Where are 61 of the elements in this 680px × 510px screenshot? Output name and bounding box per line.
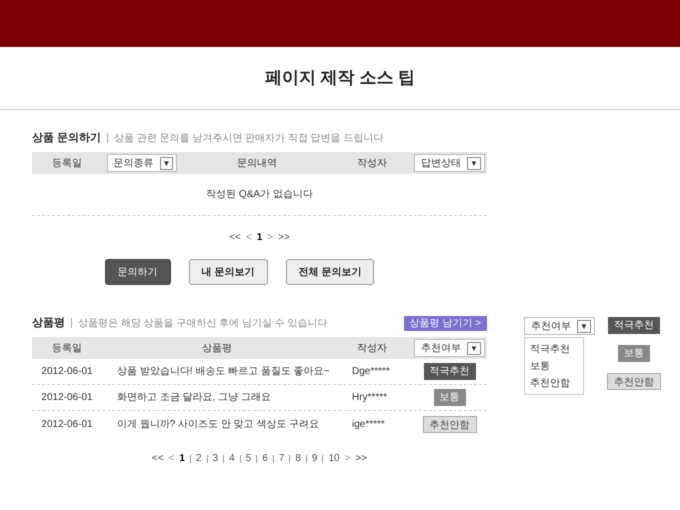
column-header: 등록일 [52, 156, 82, 170]
dropdown-label: 추천여부 [421, 342, 462, 356]
caret-icon: ▼ [467, 342, 481, 354]
recommendation-badge: 적극추천 [608, 317, 660, 334]
caret-icon: ▼ [577, 320, 591, 332]
recommendation-badge: 보통 [618, 345, 650, 362]
last-page-link[interactable]: >> [355, 451, 368, 466]
recommendation-badge: 보통 [434, 389, 466, 406]
page-number[interactable]: 9 [312, 451, 318, 466]
caret-icon: ▼ [160, 156, 174, 170]
section-note: 상품 관련 문의를 남겨주시면 판매자가 직접 답변을 드립니다 [114, 132, 384, 146]
page-number[interactable]: 6 [262, 451, 268, 466]
inquiry-button[interactable]: 문의하기 [104, 259, 171, 285]
caret-icon: ▼ [467, 156, 481, 170]
page-number[interactable]: 10 [328, 451, 340, 466]
page-number[interactable]: 1 [179, 451, 185, 466]
section-note: 상품평은 해당 상품을 구매하신 후에 남기실 수 있습니다 [78, 316, 328, 330]
first-page-link[interactable]: << [229, 230, 241, 245]
table-cell: 화면하고 조금 달라요, 그냥 그래요 [117, 392, 271, 403]
dropdown[interactable]: 문의종류 ▼ [106, 154, 178, 172]
dropdown[interactable]: 추천여부 ▼ [414, 339, 485, 357]
table-cell-text: 2012-06-01 [41, 391, 93, 405]
dropdown[interactable]: 추천여부 ▼ [524, 317, 595, 335]
column-header: 작성자 [357, 156, 387, 170]
write-review-button[interactable]: 상품평 남기기 > [404, 316, 487, 330]
dropdown-option[interactable]: 추천안함 [530, 376, 583, 391]
dropdown-label: 문의종류 [114, 156, 154, 170]
table-cell: 상품 받았습니다! 배송도 빠르고 품질도 좋아요~ [117, 366, 330, 377]
table-cell: ige***** [352, 418, 385, 430]
page-number[interactable]: 7 [278, 451, 284, 466]
page-number[interactable]: 2 [196, 451, 202, 466]
first-page-link[interactable]: << [152, 451, 164, 466]
dropdown-option[interactable]: 보통 [530, 359, 583, 374]
table-cell-text: 2012-06-01 [41, 365, 93, 379]
section-title: 상품 문의하기 [32, 130, 102, 146]
page-number[interactable]: 8 [295, 451, 301, 466]
column-header: 상품평 [202, 342, 232, 356]
column-header: 문의내역 [237, 156, 277, 170]
inquiry-button[interactable]: 전체 문의보기 [286, 259, 374, 285]
table-cell: Hry***** [352, 392, 388, 403]
section-title: 상품평 [32, 316, 65, 331]
empty-message: 작성된 Q&A가 없습니다 [206, 188, 313, 202]
table-cell-text: 2012-06-01 [41, 418, 93, 432]
page-title: 페이지 제작 소스 팁 [264, 67, 416, 90]
recommendation-badge: 적극추천 [424, 363, 476, 380]
page-number[interactable]: 3 [212, 451, 218, 466]
column-header: 등록일 [52, 342, 82, 356]
dropdown-label: 답변상태 [421, 156, 462, 170]
recommendation-badge: 추천안함 [606, 373, 661, 390]
page-number[interactable]: 1 [256, 230, 262, 245]
dropdown[interactable]: 답변상태 ▼ [414, 154, 485, 172]
page-number[interactable]: 5 [246, 451, 252, 466]
recommendation-badge: 추천안함 [422, 416, 476, 432]
page-number[interactable]: 4 [229, 451, 235, 466]
last-page-link[interactable]: >> [278, 230, 290, 245]
dropdown-label: 추천여부 [531, 320, 571, 334]
column-header: 작성자 [357, 342, 387, 356]
table-cell: Dge***** [352, 366, 390, 377]
dropdown-option[interactable]: 적극추천 [530, 342, 583, 357]
inquiry-button[interactable]: 내 문의보기 [188, 259, 268, 285]
table-cell: 이게 뭡니까? 사이즈도 안 맞고 색상도 구려요 [117, 418, 320, 430]
